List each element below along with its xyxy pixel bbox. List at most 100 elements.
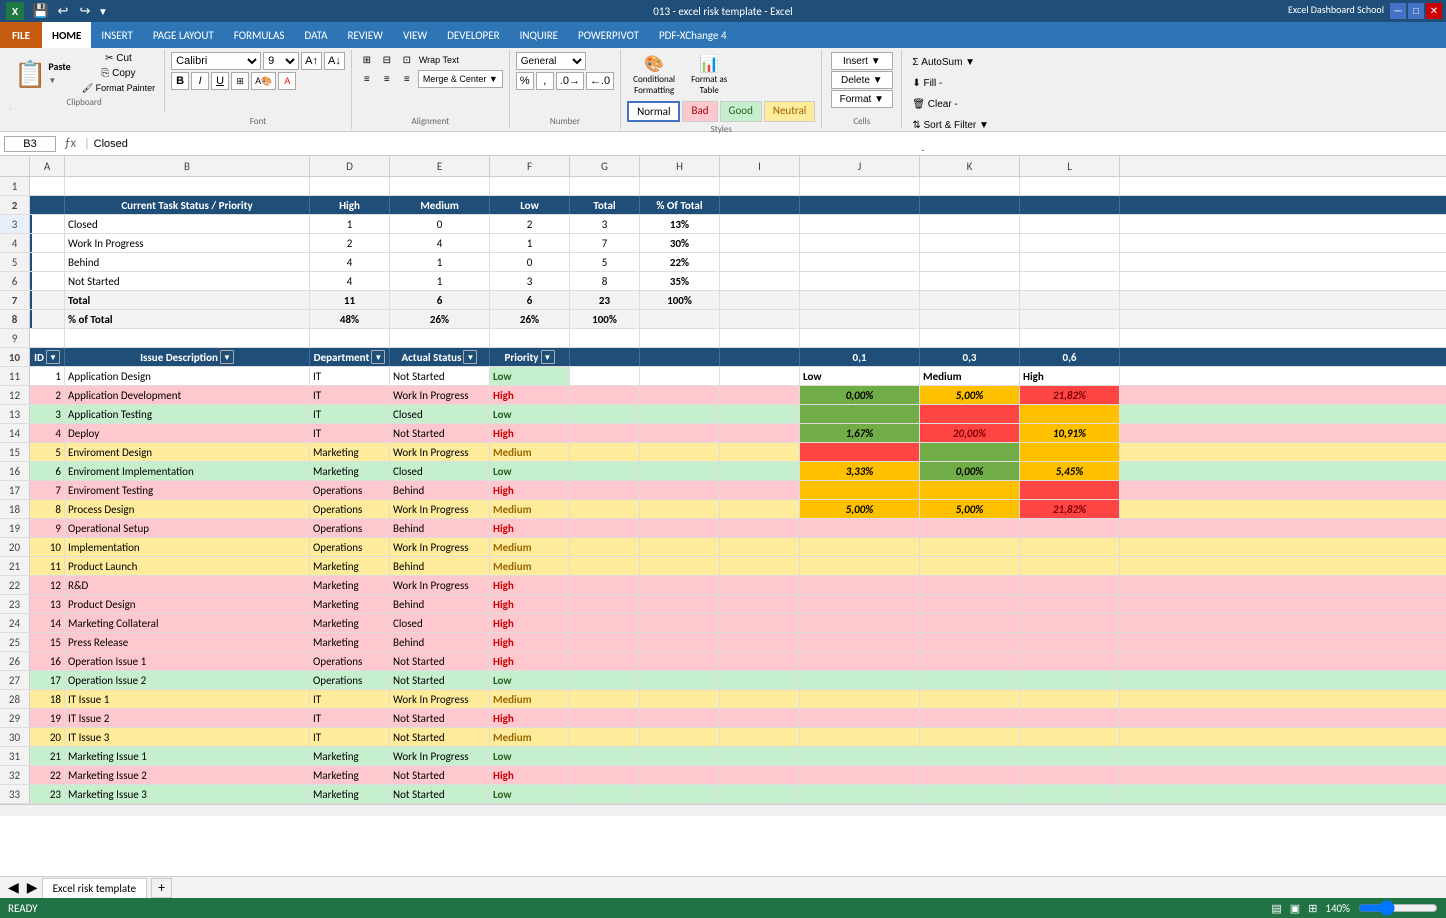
cell-desc-9[interactable]: Operational Setup (65, 519, 310, 537)
cell-wip-medium[interactable]: 4 (390, 234, 490, 252)
cell-k30[interactable] (920, 728, 1020, 746)
col-header-l[interactable]: L (1020, 156, 1120, 176)
cell-c1[interactable] (65, 177, 310, 195)
cell-i2[interactable] (720, 196, 800, 214)
align-center-btn[interactable]: ≡ (378, 71, 396, 87)
cell-desc-12[interactable]: R&D (65, 576, 310, 594)
cell-k23[interactable] (920, 595, 1020, 613)
cell-j4[interactable] (800, 234, 920, 252)
cell-desc-10[interactable]: Implementation (65, 538, 310, 556)
cell-id-15[interactable]: 15 (30, 633, 65, 651)
cell-id-19[interactable]: 19 (30, 709, 65, 727)
cell-h11[interactable] (640, 367, 720, 385)
cell-i9[interactable] (720, 329, 800, 347)
cell-k24[interactable] (920, 614, 1020, 632)
cell-k2[interactable] (920, 196, 1020, 214)
cell-i12[interactable] (720, 386, 800, 404)
cell-l21[interactable] (1020, 557, 1120, 575)
cell-k3[interactable] (920, 215, 1020, 233)
cell-priority-19[interactable]: High (490, 709, 570, 727)
cell-ns-low[interactable]: 3 (490, 272, 570, 290)
ribbon-tab-pdfxchange[interactable]: PDF-XChange 4 (649, 22, 737, 48)
cell-g32[interactable] (570, 766, 640, 784)
border-btn[interactable]: ⊞ (231, 72, 249, 90)
cell-b1[interactable] (30, 177, 65, 195)
cell-l2[interactable] (1020, 196, 1120, 214)
cell-total-high[interactable]: 11 (310, 291, 390, 309)
cell-j19[interactable] (800, 519, 920, 537)
cell-h1[interactable] (640, 177, 720, 195)
cell-id-23[interactable]: 23 (30, 785, 65, 803)
cell-g28[interactable] (570, 690, 640, 708)
align-top-center-btn[interactable]: ⊟ (378, 52, 396, 68)
font-size-select[interactable]: 9 (263, 52, 299, 70)
cell-pct-medium[interactable]: 26% (390, 310, 490, 328)
cell-h16[interactable] (640, 462, 720, 480)
italic-btn[interactable]: I (191, 72, 209, 90)
cell-l25[interactable] (1020, 633, 1120, 651)
filter-id-icon[interactable]: ▼ (46, 350, 60, 364)
underline-btn[interactable]: U (211, 72, 229, 90)
cell-pct-low[interactable]: 26% (490, 310, 570, 328)
cell-priority-2[interactable]: High (490, 386, 570, 404)
cell-status-wip[interactable]: Work In Progress (65, 234, 310, 252)
filter-status-icon[interactable]: ▼ (463, 350, 477, 364)
cell-closed-medium[interactable]: 0 (390, 215, 490, 233)
cell-id-13[interactable]: 13 (30, 595, 65, 613)
cell-wip-pct[interactable]: 30% (640, 234, 720, 252)
cell-g31[interactable] (570, 747, 640, 765)
cell-priority-14[interactable]: High (490, 614, 570, 632)
cell-id-17[interactable]: 17 (30, 671, 65, 689)
cell-id-8[interactable]: 8 (30, 500, 65, 518)
cell-b8[interactable] (30, 310, 65, 328)
cell-id-2[interactable]: 2 (30, 386, 65, 404)
cell-ns-medium[interactable]: 1 (390, 272, 490, 290)
cell-header-status[interactable]: Current Task Status / Priority (65, 196, 310, 214)
view-normal-btn[interactable]: ▤ (1271, 902, 1281, 915)
cell-desc-20[interactable]: IT Issue 3 (65, 728, 310, 746)
cell-j22[interactable] (800, 576, 920, 594)
cell-id-3[interactable]: 3 (30, 405, 65, 423)
cell-desc-21[interactable]: Marketing Issue 1 (65, 747, 310, 765)
ribbon-tab-inquire[interactable]: INQUIRE (510, 22, 568, 48)
cell-h30[interactable] (640, 728, 720, 746)
cell-i32[interactable] (720, 766, 800, 784)
cell-j29[interactable] (800, 709, 920, 727)
cell-h19[interactable] (640, 519, 720, 537)
cell-l30[interactable] (1020, 728, 1120, 746)
cell-l6[interactable] (1020, 272, 1120, 290)
cell-h27[interactable] (640, 671, 720, 689)
cell-total-low[interactable]: 6 (490, 291, 570, 309)
cell-status-9[interactable]: Behind (390, 519, 490, 537)
cell-wip-total[interactable]: 7 (570, 234, 640, 252)
cell-priority-8[interactable]: Medium (490, 500, 570, 518)
cell-i24[interactable] (720, 614, 800, 632)
cell-k22[interactable] (920, 576, 1020, 594)
cell-h17[interactable] (640, 481, 720, 499)
cell-h13[interactable] (640, 405, 720, 423)
view-page-break-btn[interactable]: ⊞ (1308, 902, 1317, 915)
format-cells-btn[interactable]: Format ▼ (831, 90, 893, 108)
cell-h26[interactable] (640, 652, 720, 670)
cell-priority-header[interactable]: Priority ▼ (490, 348, 570, 366)
col-header-k[interactable]: K (920, 156, 1020, 176)
clear-btn[interactable]: 🗑 Clear - (908, 94, 1003, 114)
cell-k29[interactable] (920, 709, 1020, 727)
cell-status-15[interactable]: Behind (390, 633, 490, 651)
cell-j20[interactable] (800, 538, 920, 556)
filter-priority-icon[interactable]: ▼ (541, 350, 555, 364)
cell-priority-12[interactable]: High (490, 576, 570, 594)
cell-i10[interactable] (720, 348, 800, 366)
cell-desc-14[interactable]: Marketing Collateral (65, 614, 310, 632)
cell-k5[interactable] (920, 253, 1020, 271)
format-painter-button[interactable]: 🖌 Format Painter (79, 82, 158, 95)
cell-status-behind[interactable]: Behind (65, 253, 310, 271)
cell-ns-high[interactable]: 4 (310, 272, 390, 290)
cell-k32[interactable] (920, 766, 1020, 784)
cell-status-header[interactable]: Actual Status ▼ (390, 348, 490, 366)
cell-l26[interactable] (1020, 652, 1120, 670)
cell-j32[interactable] (800, 766, 920, 784)
cell-dept-2[interactable]: IT (310, 386, 390, 404)
cell-id-14[interactable]: 14 (30, 614, 65, 632)
cell-d9[interactable] (310, 329, 390, 347)
